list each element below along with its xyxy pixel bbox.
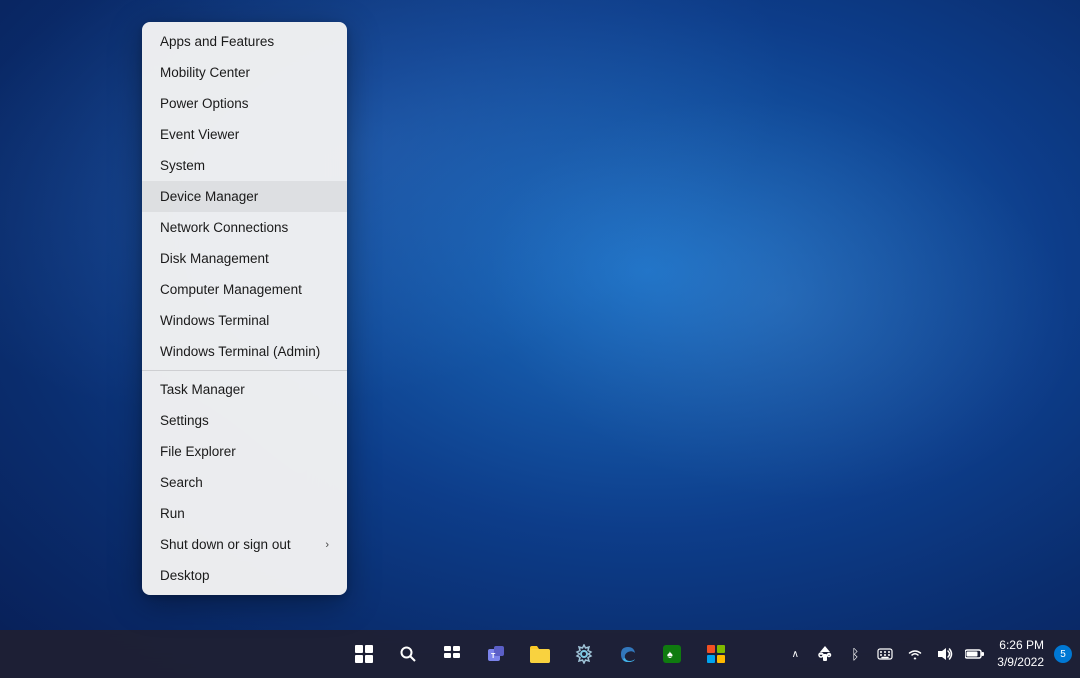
menu-item-label: Shut down or sign out xyxy=(160,537,291,552)
edge-taskbar-icon[interactable] xyxy=(608,634,648,674)
menu-item-disk-management[interactable]: Disk Management xyxy=(142,243,347,274)
menu-item-arrow: › xyxy=(325,539,329,551)
tray-wifi[interactable] xyxy=(903,642,927,666)
menu-item-network-connections[interactable]: Network Connections xyxy=(142,212,347,243)
menu-item-label: Power Options xyxy=(160,96,249,111)
menu-item-label: Windows Terminal xyxy=(160,313,269,328)
menu-item-label: Task Manager xyxy=(160,382,245,397)
clock-date: 3/9/2022 xyxy=(997,654,1044,671)
menu-item-label: File Explorer xyxy=(160,444,236,459)
context-menu: Apps and Features Mobility Center Power Op… xyxy=(142,22,347,595)
menu-item-label: Device Manager xyxy=(160,189,258,204)
menu-item-computer-management[interactable]: Computer Management xyxy=(142,274,347,305)
menu-item-label: Apps and Features xyxy=(160,34,274,49)
tray-usb[interactable] xyxy=(813,642,837,666)
menu-item-label: Computer Management xyxy=(160,282,302,297)
task-view-button[interactable] xyxy=(432,634,472,674)
tray-chevron[interactable]: ∧ xyxy=(783,642,807,666)
menu-item-power-options[interactable]: Power Options xyxy=(142,88,347,119)
tray-volume[interactable] xyxy=(933,642,957,666)
menu-separator xyxy=(142,370,347,371)
svg-text:♠: ♠ xyxy=(667,649,673,661)
menu-item-windows-terminal-admin[interactable]: Windows Terminal (Admin) xyxy=(142,336,347,367)
menu-item-label: Mobility Center xyxy=(160,65,250,80)
tray-keyboard[interactable] xyxy=(873,642,897,666)
menu-item-shut-down[interactable]: Shut down or sign out › xyxy=(142,529,347,560)
menu-item-label: Disk Management xyxy=(160,251,269,266)
taskbar-center-icons: T xyxy=(344,634,736,674)
tray-bluetooth[interactable]: ᛒ xyxy=(843,642,867,666)
file-explorer-taskbar-icon[interactable] xyxy=(520,634,560,674)
menu-item-search[interactable]: Search xyxy=(142,467,347,498)
clock-time: 6:26 PM xyxy=(997,637,1044,654)
menu-item-label: Settings xyxy=(160,413,209,428)
menu-item-run[interactable]: Run xyxy=(142,498,347,529)
menu-item-label: Search xyxy=(160,475,203,490)
notification-badge[interactable]: 5 xyxy=(1054,645,1072,663)
menu-item-apps-features[interactable]: Apps and Features xyxy=(142,26,347,57)
system-tray: ∧ ᛒ xyxy=(783,637,1072,671)
menu-item-label: Desktop xyxy=(160,568,210,583)
menu-item-event-viewer[interactable]: Event Viewer xyxy=(142,119,347,150)
svg-text:T: T xyxy=(491,653,496,660)
menu-item-system[interactable]: System xyxy=(142,150,347,181)
menu-item-desktop[interactable]: Desktop xyxy=(142,560,347,591)
solitaire-taskbar-icon[interactable]: ♠ xyxy=(652,634,692,674)
menu-item-label: Windows Terminal (Admin) xyxy=(160,344,320,359)
tray-battery[interactable] xyxy=(963,642,987,666)
menu-item-task-manager[interactable]: Task Manager xyxy=(142,374,347,405)
menu-item-mobility-center[interactable]: Mobility Center xyxy=(142,57,347,88)
store-taskbar-icon[interactable] xyxy=(696,634,736,674)
menu-item-label: System xyxy=(160,158,205,173)
menu-item-device-manager[interactable]: Device Manager xyxy=(142,181,347,212)
system-clock[interactable]: 6:26 PM 3/9/2022 xyxy=(993,637,1048,671)
menu-item-label: Run xyxy=(160,506,185,521)
menu-item-label: Network Connections xyxy=(160,220,288,235)
settings-taskbar-icon[interactable] xyxy=(564,634,604,674)
menu-item-file-explorer[interactable]: File Explorer xyxy=(142,436,347,467)
menu-item-windows-terminal[interactable]: Windows Terminal xyxy=(142,305,347,336)
start-button[interactable] xyxy=(344,634,384,674)
teams-icon[interactable]: T xyxy=(476,634,516,674)
menu-item-label: Event Viewer xyxy=(160,127,239,142)
menu-item-settings[interactable]: Settings xyxy=(142,405,347,436)
taskbar: T xyxy=(0,630,1080,678)
taskbar-search-button[interactable] xyxy=(388,634,428,674)
desktop: Apps and Features Mobility Center Power Op… xyxy=(0,0,1080,678)
